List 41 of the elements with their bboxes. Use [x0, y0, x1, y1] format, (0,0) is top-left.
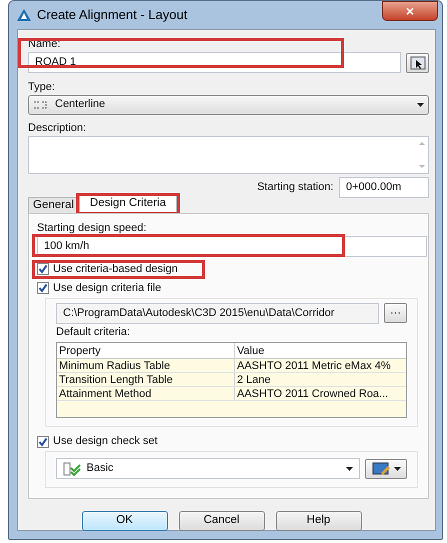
centerline-icon	[33, 100, 49, 110]
checkbox[interactable]	[37, 263, 49, 275]
field-label: Description:	[28, 121, 88, 136]
dialog-button[interactable]: Help	[276, 511, 362, 531]
table-cell: Transition Length Table	[57, 372, 235, 386]
checkmark-icon	[38, 436, 48, 446]
checkbox-label: Use design criteria file	[53, 280, 162, 296]
file-path-field[interactable]: C:\ProgramData\Autodesk\C3D 2015\enu\Data\Corridor	[56, 302, 378, 324]
field-label: Type:	[28, 80, 56, 94]
caret-icon	[346, 466, 352, 470]
dialog-button[interactable]: OK	[82, 511, 168, 531]
caret-icon	[417, 102, 424, 106]
table-cell-text: 2 Lane	[236, 372, 271, 386]
field-label: Starting station:	[257, 180, 334, 195]
edit-button[interactable]	[365, 458, 407, 478]
table-cell-text: AASHTO 2011 Crowned Roa...	[236, 386, 388, 400]
description-field[interactable]	[28, 136, 429, 174]
pick-button[interactable]	[406, 52, 429, 72]
browse-button[interactable]: ···	[384, 303, 407, 323]
edit-icon	[372, 462, 390, 476]
dialog-button[interactable]: Cancel	[178, 511, 264, 531]
pick-icon	[410, 56, 426, 70]
check-set-icon	[63, 462, 81, 476]
field-label: Default criteria:	[56, 324, 131, 340]
check-set-dropdown[interactable]: Basic	[56, 458, 360, 479]
window-title: Create Alignment - Layout	[37, 6, 188, 24]
checkbox-label: Use criteria-based design	[53, 262, 178, 277]
checkbox-label: Use design check set	[53, 434, 158, 450]
field-label: Starting design speed:	[37, 220, 148, 236]
table-cell: Attainment Method	[57, 386, 235, 400]
checkbox[interactable]	[37, 282, 49, 294]
caret-icon	[394, 466, 400, 470]
column-header: Property	[57, 342, 235, 358]
column-header: Value	[236, 344, 264, 358]
checkbox[interactable]	[37, 436, 49, 448]
table-cell: Minimum Radius Table	[57, 358, 235, 372]
app-logo-icon	[17, 8, 31, 21]
table-cell-text: AASHTO 2011 Metric eMax 4%	[236, 358, 391, 372]
station-field[interactable]: 0+000.00m	[339, 176, 429, 198]
type-dropdown[interactable]: Centerline	[28, 94, 429, 114]
tab[interactable]: General	[28, 196, 79, 213]
